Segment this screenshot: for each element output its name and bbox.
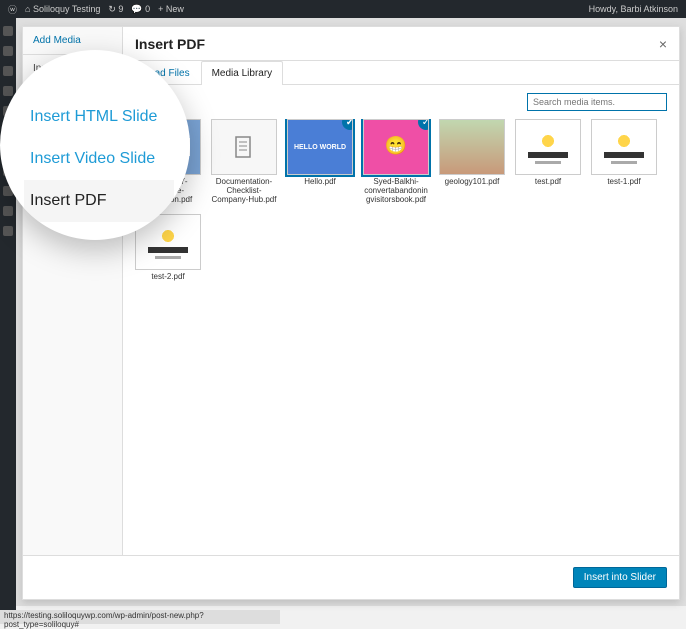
modal-title: Insert PDF (135, 36, 659, 52)
check-icon: ✓ (342, 119, 353, 130)
media-label: Syed-Balkhi-convertabandoningvisitorsboo… (363, 178, 429, 204)
media-thumb[interactable] (591, 119, 657, 175)
new-menu[interactable]: + New (158, 4, 184, 14)
comments-icon[interactable]: 💬 0 (131, 4, 150, 15)
media-label: Documentation-Checklist-Company-Hub.pdf (211, 178, 277, 204)
menu-dashboard[interactable] (3, 26, 13, 36)
howdy[interactable]: Howdy, Barbi Atkinson (589, 4, 678, 14)
media-thumb[interactable]: HELLO WORLD✓ (287, 119, 353, 175)
modal-main: Insert PDF × Upload Files Media Library … (123, 27, 679, 555)
media-thumb[interactable] (439, 119, 505, 175)
media-tile[interactable]: HELLO WORLD✓ Hello.pdf (287, 119, 353, 204)
media-tile[interactable]: Documentation-Checklist-Company-Hub.pdf (211, 119, 277, 204)
updates-icon[interactable]: ↻ 9 (108, 4, 123, 15)
media-tile[interactable]: geology101.pdf (439, 119, 505, 204)
media-thumb[interactable] (211, 119, 277, 175)
media-label: Hello.pdf (287, 178, 353, 187)
close-icon[interactable]: × (659, 36, 667, 52)
tabs: Upload Files Media Library (123, 61, 679, 85)
media-tile[interactable]: test-1.pdf (591, 119, 657, 204)
media-label: geology101.pdf (439, 178, 505, 187)
media-label: test-1.pdf (591, 178, 657, 187)
magnifier-callout: Insert HTML Slide Insert Video Slide Ins… (0, 50, 190, 240)
media-tile[interactable]: ✓ Syed-Balkhi-convertabandoningvisitorsbo… (363, 119, 429, 204)
toolbar (123, 85, 679, 119)
site-name[interactable]: ⌂ Soliloquy Testing (25, 4, 100, 14)
browser-status-bar: https://testing.soliloquywp.com/wp-admin… (0, 610, 280, 624)
media-thumb[interactable] (515, 119, 581, 175)
modal-footer: Insert into Slider (23, 555, 679, 599)
media-label: test.pdf (515, 178, 581, 187)
magnifier-item-pdf[interactable]: Insert PDF (24, 180, 174, 222)
magnifier-item-html[interactable]: Insert HTML Slide (24, 96, 174, 138)
insert-into-slider-button[interactable]: Insert into Slider (573, 567, 667, 588)
tab-media-library[interactable]: Media Library (201, 61, 284, 85)
magnifier-item-video[interactable]: Insert Video Slide (24, 138, 174, 180)
media-grid: SIGNAGECOLLECTIONCLC-2017-Signage-Collec… (123, 119, 679, 555)
admin-bar: ⓦ ⌂ Soliloquy Testing ↻ 9 💬 0 + New Howd… (0, 0, 686, 18)
search-input[interactable] (527, 93, 667, 111)
wp-logo-icon[interactable]: ⓦ (8, 3, 17, 16)
check-icon: ✓ (418, 119, 429, 130)
media-thumb[interactable]: ✓ (363, 119, 429, 175)
media-tile[interactable]: test.pdf (515, 119, 581, 204)
modal-header: Insert PDF × (123, 27, 679, 61)
media-label: test-2.pdf (135, 273, 201, 282)
